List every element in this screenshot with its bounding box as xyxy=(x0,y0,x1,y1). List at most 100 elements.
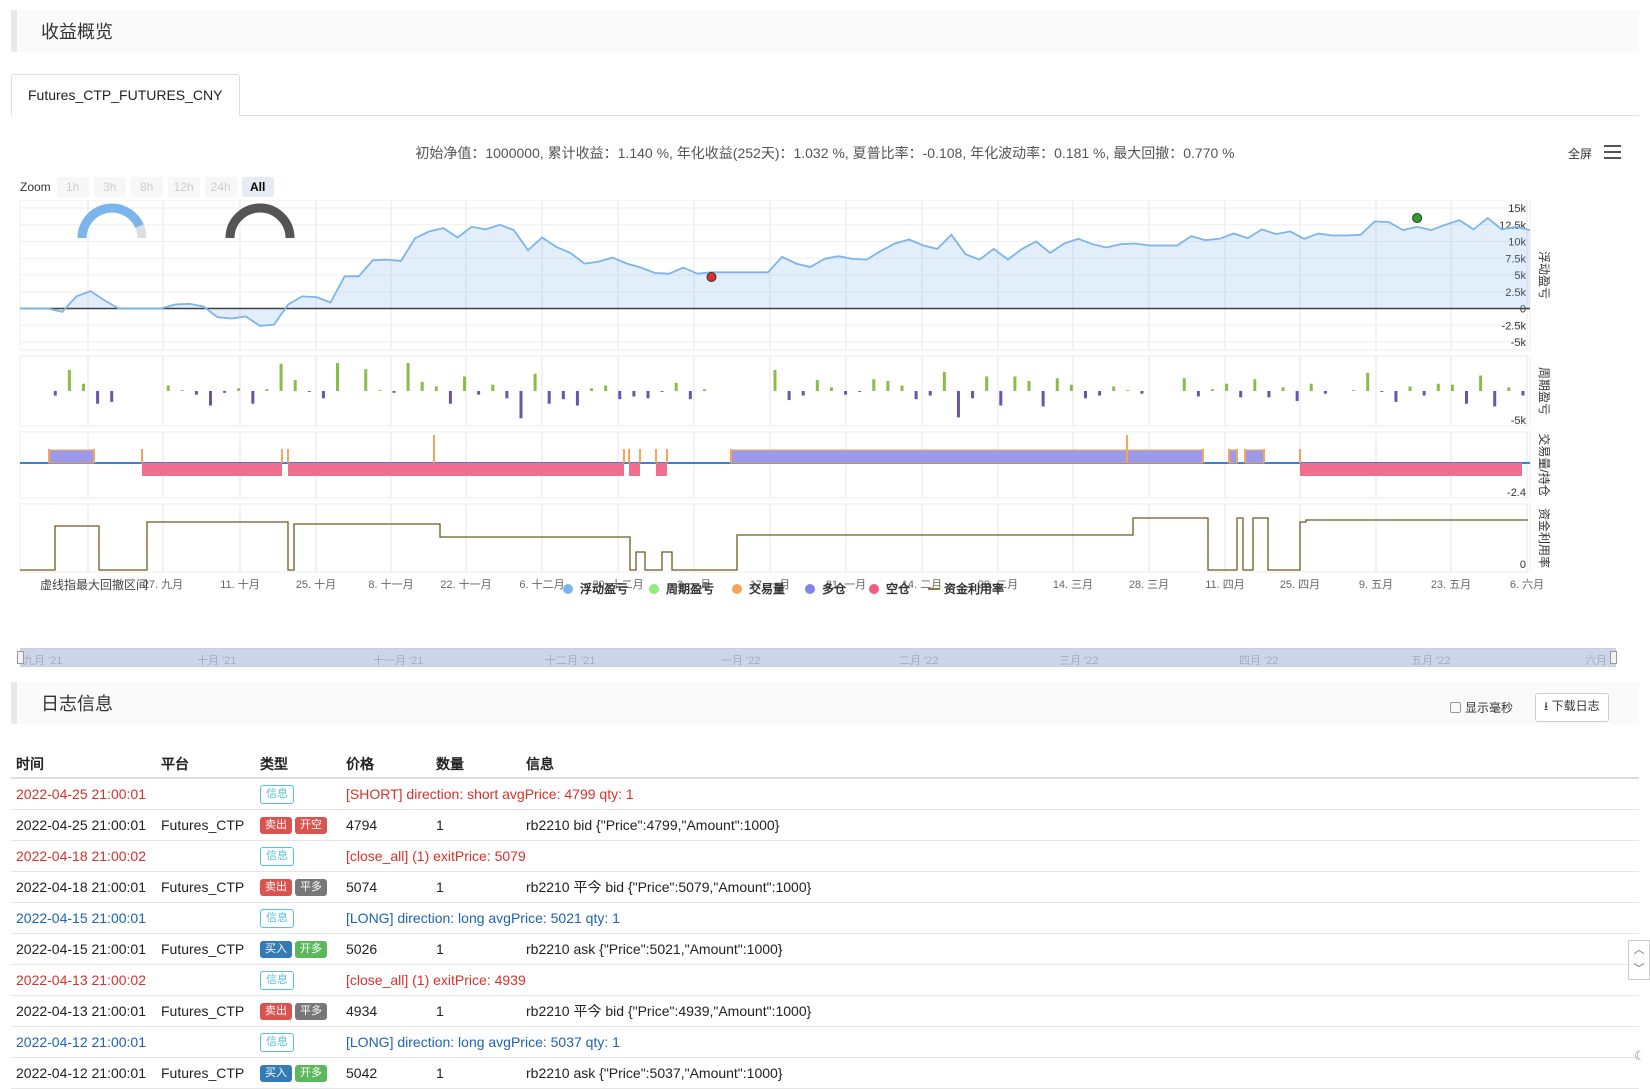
log-platform xyxy=(156,964,255,996)
y-tick-label: -2.5k xyxy=(1502,320,1527,332)
navigator-thumb[interactable] xyxy=(21,649,1615,666)
chart-navigator[interactable]: 九月 '21 十月 '21 十一月 '21 十二月 '21 一月 '22 二月 … xyxy=(17,648,1617,667)
trade-marker xyxy=(1412,213,1423,224)
volume-bar xyxy=(639,449,641,463)
period-bar xyxy=(674,382,678,391)
volume-bar xyxy=(1244,449,1246,463)
long-position-bar xyxy=(1228,449,1238,464)
backtest-chart[interactable]: 15k12.5k10k7.5k5k2.5k0-2.5k-5k浮动盈亏周期盈亏交易… xyxy=(0,200,1650,640)
type-badge: 卖出 xyxy=(260,1003,292,1020)
period-bar xyxy=(575,391,579,406)
log-time: 2022-04-12 21:00:01 xyxy=(11,1057,156,1089)
volume-bar xyxy=(93,449,95,463)
period-bar xyxy=(110,391,114,402)
type-badge: 开多 xyxy=(295,941,327,958)
x-tick-label: 8. 十一月 xyxy=(368,577,413,591)
period-bar xyxy=(1013,376,1017,391)
period-bar xyxy=(505,391,509,399)
period-bar xyxy=(1069,384,1073,391)
log-price: [close_all] (1) exitPrice: 4939 xyxy=(341,964,1639,996)
log-info: rb2210 ask {"Price":5037,"Amount":1000} xyxy=(521,1057,1639,1089)
log-price: [LONG] direction: long avgPrice: 5021 qt… xyxy=(341,902,1639,934)
overview-header: 收益概览 xyxy=(11,10,1639,52)
col-platform: 平台 xyxy=(156,750,255,779)
short-position-bar xyxy=(142,463,282,476)
period-bar xyxy=(166,385,170,391)
log-qty: 1 xyxy=(431,995,521,1027)
period-bar xyxy=(209,391,213,406)
navigator-month: 三月 '22 xyxy=(1059,655,1099,667)
navigator-month: 四月 '22 xyxy=(1239,655,1279,667)
col-qty: 数量 xyxy=(431,750,521,779)
period-bar xyxy=(1267,391,1271,398)
period-bar xyxy=(434,386,438,391)
period-bar xyxy=(547,391,551,404)
download-log-button[interactable]: ⭳ 下载日志 xyxy=(1535,693,1609,722)
log-qty: 1 xyxy=(431,1057,521,1089)
volume-bar xyxy=(1263,449,1265,463)
log-title: 日志信息 xyxy=(41,694,113,714)
log-price: 5042 xyxy=(341,1057,431,1089)
period-bar xyxy=(632,391,636,397)
zoom-8h-button[interactable]: 8h xyxy=(130,177,163,197)
moon-icon[interactable]: ☾ xyxy=(1634,1048,1646,1064)
type-badge: 信息 xyxy=(260,1032,294,1052)
zoom-label: Zoom xyxy=(20,180,51,194)
log-info: rb2210 平今 bid {"Price":5079,"Amount":100… xyxy=(521,871,1639,903)
period-bar xyxy=(1464,391,1468,404)
log-price: 4794 xyxy=(341,809,431,841)
period-bar xyxy=(646,391,650,399)
zoom-1h-button[interactable]: 1h xyxy=(56,177,89,197)
legend-label: 资金利用率 xyxy=(944,581,1004,596)
zoom-3h-button[interactable]: 3h xyxy=(93,177,126,197)
log-tools: 显示毫秒 ⭳ 下载日志 xyxy=(1450,693,1609,722)
type-badge: 买入 xyxy=(260,941,292,958)
period-bar xyxy=(1055,378,1059,391)
period-bar xyxy=(886,381,890,391)
period-bar xyxy=(463,376,467,391)
period-bar xyxy=(787,391,791,401)
navigator-month: 九月 '21 xyxy=(23,655,63,667)
navigator-month: 二月 '22 xyxy=(899,655,939,667)
log-platform xyxy=(156,778,255,810)
tab-futures-ctp[interactable]: Futures_CTP_FUTURES_CNY xyxy=(11,74,240,116)
period-bar xyxy=(265,389,269,391)
legend-label: 空仓 xyxy=(886,581,911,596)
navigator-right-handle[interactable] xyxy=(1610,651,1617,664)
period-bar xyxy=(1239,391,1243,398)
long-position-bar xyxy=(48,449,95,464)
show-ms-checkbox[interactable] xyxy=(1450,702,1461,713)
log-qty: 1 xyxy=(431,933,521,965)
log-price: [SHORT] direction: short avgPrice: 4799 … xyxy=(341,778,1639,810)
period-bar xyxy=(985,376,989,391)
log-price: [close_all] (1) exitPrice: 5079 xyxy=(341,840,1639,872)
col-info: 信息 xyxy=(521,750,1639,779)
log-row: 2022-04-25 21:00:01 Futures_CTP 卖出 开空 4794 1 r… xyxy=(11,809,1639,841)
type-badge: 平多 xyxy=(295,1003,327,1020)
long-position-bar xyxy=(730,449,1204,464)
period-bar xyxy=(1479,375,1483,391)
period-bar xyxy=(364,369,368,391)
hamburger-icon[interactable] xyxy=(1604,145,1621,159)
y-tick-label: -5k xyxy=(1511,337,1527,349)
zoom-24h-button[interactable]: 24h xyxy=(204,177,237,197)
period-bar xyxy=(1098,391,1102,396)
log-type: 卖出 平多 xyxy=(255,995,341,1027)
x-tick-label: 25. 十月 xyxy=(296,577,336,591)
volume-bar xyxy=(1228,449,1230,463)
period-bar xyxy=(590,388,594,391)
legend-dot xyxy=(563,584,573,594)
legend-dot xyxy=(805,584,815,594)
fullscreen-button[interactable]: 全屏 xyxy=(1568,145,1592,162)
log-row: 2022-04-12 21:00:01 信息 [LONG] direction: l… xyxy=(11,1026,1639,1058)
period-bar xyxy=(1366,372,1370,391)
legend-dot xyxy=(732,584,742,594)
zoom-all-button[interactable]: All xyxy=(241,177,274,197)
volume-bar xyxy=(666,449,668,463)
log-platform xyxy=(156,840,255,872)
legend-note: 虚线指最大回撤区间 xyxy=(40,577,148,592)
type-badge: 卖出 xyxy=(260,817,292,834)
period-bar xyxy=(829,387,833,391)
zoom-12h-button[interactable]: 12h xyxy=(167,177,200,197)
scroll-arrows[interactable]: ︿ ﹀ xyxy=(1628,940,1650,980)
